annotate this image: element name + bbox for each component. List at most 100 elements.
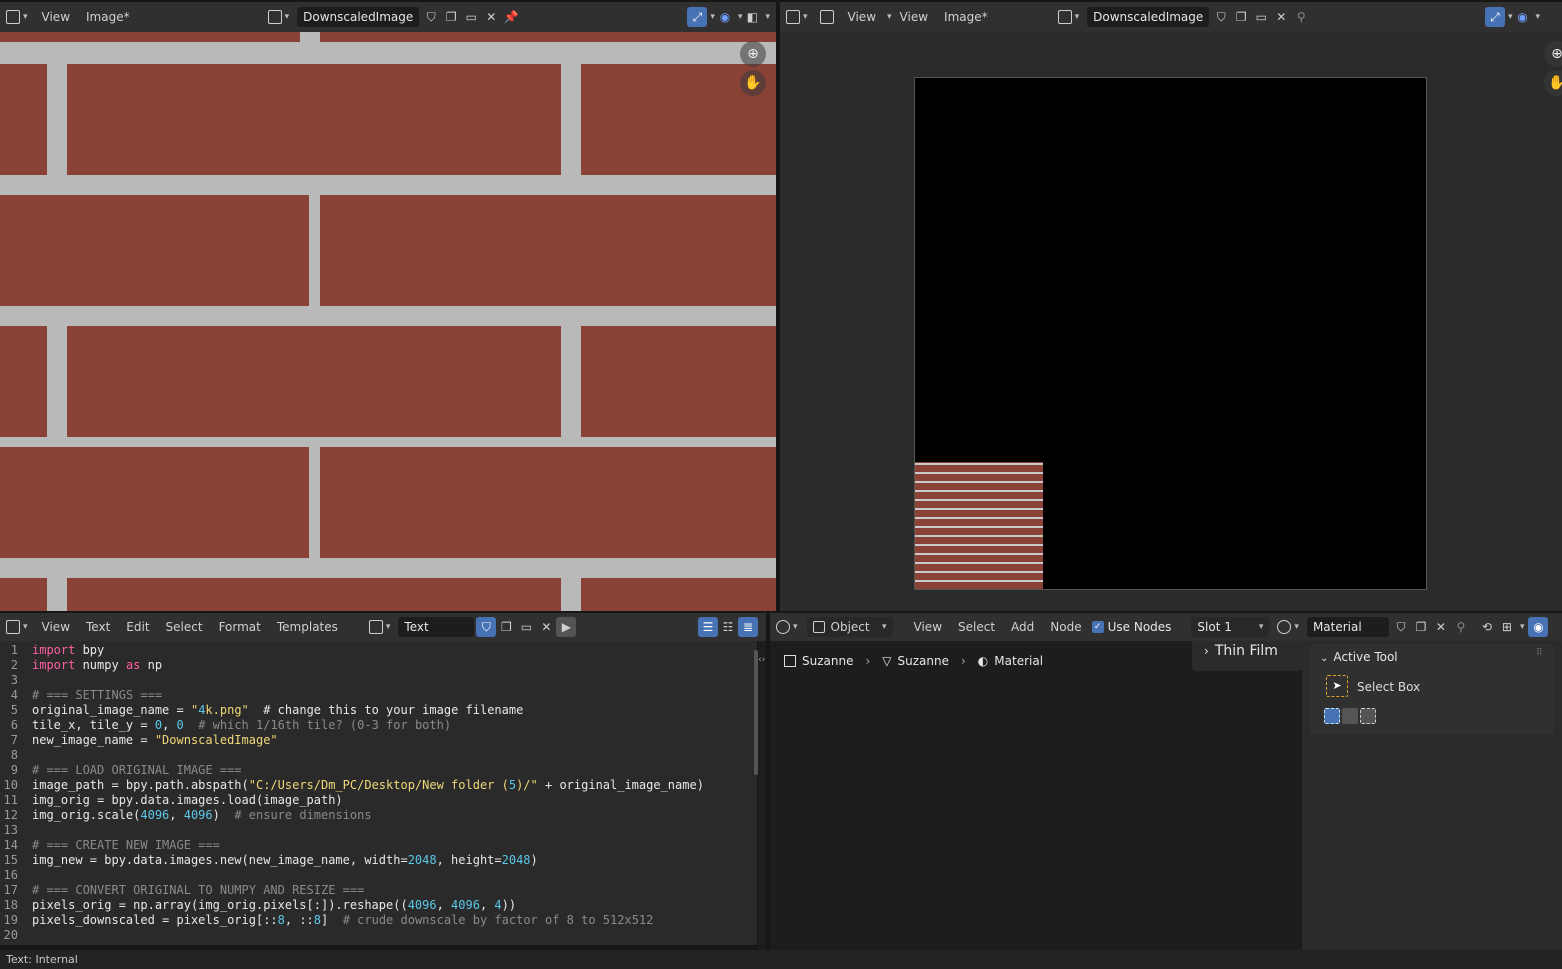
menu-edit[interactable]: Edit <box>118 620 157 634</box>
line-number: 12 <box>0 808 24 822</box>
new-material-icon[interactable]: ❐ <box>1411 617 1431 637</box>
code-line[interactable]: pixels_orig = np.array(img_orig.pixels[:… <box>32 898 516 912</box>
text-name-field[interactable]: Text <box>398 617 475 637</box>
menu-view[interactable]: View <box>34 620 78 634</box>
line-numbers-icon[interactable]: ☰ <box>698 617 718 637</box>
image-name-field[interactable]: DownscaledImage <box>1087 7 1210 27</box>
menu-node[interactable]: Node <box>1042 620 1089 634</box>
menu-format[interactable]: Format <box>211 620 269 634</box>
material-name-field[interactable]: Material <box>1306 617 1389 637</box>
menu-image[interactable]: Image* <box>78 10 138 24</box>
text-icon <box>368 620 383 634</box>
code-line[interactable]: # === CREATE NEW IMAGE === <box>32 838 220 852</box>
snap-icon[interactable]: ⟲ <box>1477 617 1497 637</box>
pan-hand-icon[interactable]: ✋ <box>1544 70 1562 96</box>
menu-templates[interactable]: Templates <box>269 620 346 634</box>
active-tool-header[interactable]: ⌄ Active Tool <box>1320 650 1398 664</box>
fake-user-shield-icon[interactable]: ⛉ <box>1391 617 1411 637</box>
view-mode-dropdown[interactable]: View <box>840 10 884 24</box>
close-icon[interactable]: ✕ <box>1271 7 1291 27</box>
menu-view[interactable]: View <box>34 10 78 24</box>
editor-type-button-right[interactable]: ▾ <box>783 7 811 27</box>
overlay-icon[interactable]: ◉ <box>1528 617 1549 637</box>
zoom-icon[interactable]: ⊕ <box>1544 41 1562 67</box>
menu-view[interactable]: View <box>906 620 950 634</box>
editor-type-button-text[interactable]: ▾ <box>3 617 31 637</box>
image-canvas-right[interactable]: ⊕ ✋ <box>780 32 1562 611</box>
select-mode-new-icon[interactable] <box>1324 708 1340 724</box>
menu-view[interactable]: View <box>892 10 936 24</box>
active-tool-name: Select Box <box>1357 680 1421 694</box>
material-browse-button[interactable]: ▾ <box>1274 617 1302 637</box>
overlay-icon[interactable]: ◉ <box>715 7 735 27</box>
slot-dropdown[interactable]: Slot 1 ▾ <box>1191 617 1270 637</box>
image-browse-button[interactable]: ▾ <box>1055 7 1083 27</box>
code-line[interactable]: original_image_name = "4k.png" # change … <box>32 703 523 717</box>
code-line[interactable]: pixels_downscaled = pixels_orig[::8, ::8… <box>32 913 653 927</box>
open-folder-icon[interactable]: ▭ <box>461 7 481 27</box>
code-line[interactable]: image_path = bpy.path.abspath("C:/Users/… <box>32 778 704 792</box>
node-canvas[interactable]: Suzanne › ▽ Suzanne › ◐ Material › Thin F… <box>770 641 1562 950</box>
code-line[interactable]: # === LOAD ORIGINAL IMAGE === <box>32 763 242 777</box>
use-nodes-label: Use Nodes <box>1107 620 1172 634</box>
drag-handle-icon[interactable]: ⠿ <box>1536 648 1543 658</box>
thin-film-panel[interactable]: › Thin Film <box>1192 641 1302 671</box>
code-line[interactable]: img_orig = bpy.data.images.load(image_pa… <box>32 793 343 807</box>
sidebar-toggle-left[interactable]: ‹› <box>758 641 766 950</box>
overlay-icon[interactable]: ◉ <box>1512 7 1532 27</box>
view-mode-button[interactable] <box>817 7 837 27</box>
uv-sync-icon[interactable]: ⤢ <box>1484 7 1505 27</box>
display-channels-icon[interactable]: ◧ <box>742 7 762 27</box>
close-icon[interactable]: ✕ <box>536 617 556 637</box>
run-script-icon[interactable]: ▶ <box>556 617 577 637</box>
code-area[interactable]: 1 import bpy 2 import numpy as np 3 4 # === SE… <box>0 641 757 945</box>
code-line[interactable]: new_image_name = "DownscaledImage" <box>32 733 278 747</box>
code-line[interactable]: import bpy <box>32 643 104 657</box>
select-mode-subtract-icon[interactable] <box>1360 708 1376 724</box>
line-number: 16 <box>0 868 24 882</box>
text-browse-button[interactable]: ▾ <box>366 617 394 637</box>
zoom-icon[interactable]: ⊕ <box>740 41 766 67</box>
pin-icon[interactable]: ⚲ <box>1291 7 1311 27</box>
open-folder-icon[interactable]: ▭ <box>516 617 536 637</box>
menu-add[interactable]: Add <box>1003 620 1042 634</box>
new-image-icon[interactable]: ❐ <box>441 7 461 27</box>
select-box-icon[interactable]: ➤ <box>1326 675 1348 697</box>
code-line[interactable]: # === PLACE INTO TARGET TILE === <box>32 943 263 945</box>
new-image-icon[interactable]: ❐ <box>1231 7 1251 27</box>
code-line[interactable]: # === CONVERT ORIGINAL TO NUMPY AND RESI… <box>32 883 364 897</box>
close-icon[interactable]: ✕ <box>1431 617 1451 637</box>
pan-hand-icon[interactable]: ✋ <box>740 70 766 96</box>
line-number: 9 <box>0 763 24 777</box>
snap-grid-icon[interactable]: ⊞ <box>1497 617 1517 637</box>
uv-sync-icon[interactable]: ⤢ <box>687 7 708 27</box>
use-nodes-checkbox[interactable]: ✓ Use Nodes <box>1091 620 1172 634</box>
pin-icon[interactable]: 📌 <box>501 7 521 27</box>
pin-icon[interactable]: ⚲ <box>1451 617 1471 637</box>
fake-user-shield-icon[interactable]: ⛉ <box>421 7 441 27</box>
fake-user-shield-icon[interactable]: ⛉ <box>1211 7 1231 27</box>
new-text-icon[interactable]: ❐ <box>496 617 516 637</box>
image-browse-button[interactable]: ▾ <box>265 7 293 27</box>
code-line[interactable]: img_orig.scale(4096, 4096) # ensure dime… <box>32 808 372 822</box>
editor-type-button[interactable]: ▾ <box>3 7 31 27</box>
line-number: 4 <box>0 688 24 702</box>
shader-type-dropdown[interactable]: Object ▾ <box>806 617 893 637</box>
menu-select[interactable]: Select <box>950 620 1003 634</box>
syntax-highlight-icon[interactable]: ≣ <box>738 617 758 637</box>
code-line[interactable]: import numpy as np <box>32 658 162 672</box>
menu-image[interactable]: Image* <box>936 10 996 24</box>
fake-user-shield-icon[interactable]: ⛉ <box>476 617 497 637</box>
image-canvas-left[interactable]: ⊕ ✋ <box>0 32 776 611</box>
editor-type-button-node[interactable]: ▾ <box>773 617 801 637</box>
menu-text[interactable]: Text <box>78 620 118 634</box>
code-line[interactable]: img_new = bpy.data.images.new(new_image_… <box>32 853 538 867</box>
open-folder-icon[interactable]: ▭ <box>1251 7 1271 27</box>
code-line[interactable]: # === SETTINGS === <box>32 688 162 702</box>
image-name-field[interactable]: DownscaledImage <box>297 7 420 27</box>
code-line[interactable]: tile_x, tile_y = 0, 0 # which 1/16th til… <box>32 718 451 732</box>
menu-select[interactable]: Select <box>158 620 211 634</box>
word-wrap-icon[interactable]: ☷ <box>718 617 738 637</box>
close-icon[interactable]: ✕ <box>481 7 501 27</box>
select-mode-extend-icon[interactable] <box>1342 708 1358 724</box>
